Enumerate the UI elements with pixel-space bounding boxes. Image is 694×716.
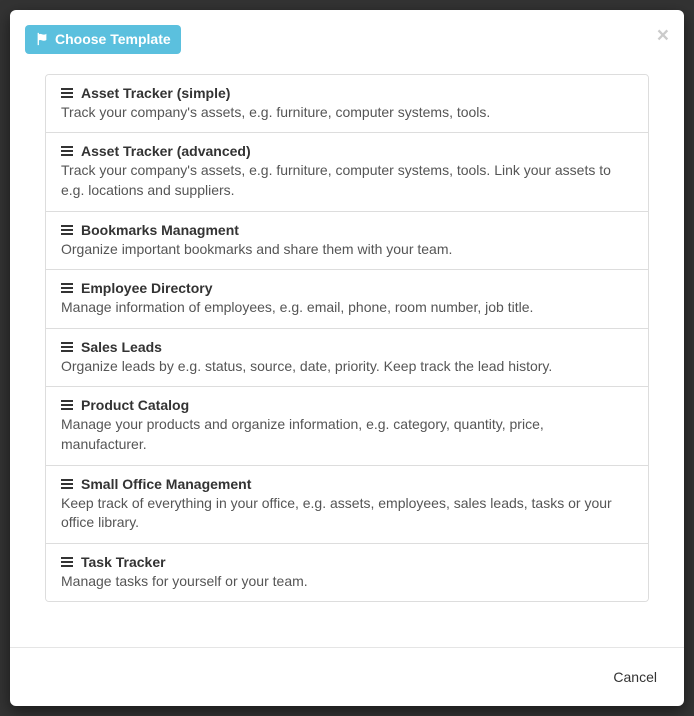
item-desc: Organize leads by e.g. status, source, d… — [61, 357, 633, 377]
item-desc: Manage your products and organize inform… — [61, 415, 633, 454]
list-icon — [61, 88, 73, 98]
template-bookmarks-management[interactable]: Bookmarks Managment Organize important b… — [46, 212, 648, 271]
list-icon — [61, 400, 73, 410]
template-asset-tracker-simple[interactable]: Asset Tracker (simple) Track your compan… — [46, 75, 648, 134]
list-icon — [61, 283, 73, 293]
choose-template-modal: Choose Template × Asset Tracker (simple)… — [10, 10, 684, 706]
list-icon — [61, 342, 73, 352]
item-title: Asset Tracker (simple) — [61, 85, 633, 101]
template-product-catalog[interactable]: Product Catalog Manage your products and… — [46, 387, 648, 465]
modal-title: Choose Template — [55, 31, 171, 48]
template-asset-tracker-advanced[interactable]: Asset Tracker (advanced) Track your comp… — [46, 133, 648, 211]
item-desc: Organize important bookmarks and share t… — [61, 240, 633, 260]
modal-header: Choose Template × — [10, 10, 684, 54]
cancel-button[interactable]: Cancel — [601, 663, 669, 691]
template-employee-directory[interactable]: Employee Directory Manage information of… — [46, 270, 648, 329]
close-button[interactable]: × — [657, 25, 669, 46]
flag-icon — [35, 32, 49, 46]
choose-template-badge: Choose Template — [25, 25, 181, 54]
item-title: Small Office Management — [61, 476, 633, 492]
template-small-office-management[interactable]: Small Office Management Keep track of ev… — [46, 466, 648, 544]
list-icon — [61, 557, 73, 567]
template-list: Asset Tracker (simple) Track your compan… — [45, 74, 649, 603]
item-title: Asset Tracker (advanced) — [61, 143, 633, 159]
list-icon — [61, 146, 73, 156]
item-desc: Track your company's assets, e.g. furnit… — [61, 161, 633, 200]
modal-body: Asset Tracker (simple) Track your compan… — [10, 54, 684, 647]
item-title: Product Catalog — [61, 397, 633, 413]
item-desc: Manage tasks for yourself or your team. — [61, 572, 633, 592]
item-title: Sales Leads — [61, 339, 633, 355]
item-title: Task Tracker — [61, 554, 633, 570]
modal-footer: Cancel — [10, 647, 684, 706]
item-desc: Manage information of employees, e.g. em… — [61, 298, 633, 318]
list-icon — [61, 225, 73, 235]
template-sales-leads[interactable]: Sales Leads Organize leads by e.g. statu… — [46, 329, 648, 388]
item-desc: Keep track of everything in your office,… — [61, 494, 633, 533]
item-title: Bookmarks Managment — [61, 222, 633, 238]
item-desc: Track your company's assets, e.g. furnit… — [61, 103, 633, 123]
list-icon — [61, 479, 73, 489]
item-title: Employee Directory — [61, 280, 633, 296]
template-task-tracker[interactable]: Task Tracker Manage tasks for yourself o… — [46, 544, 648, 602]
